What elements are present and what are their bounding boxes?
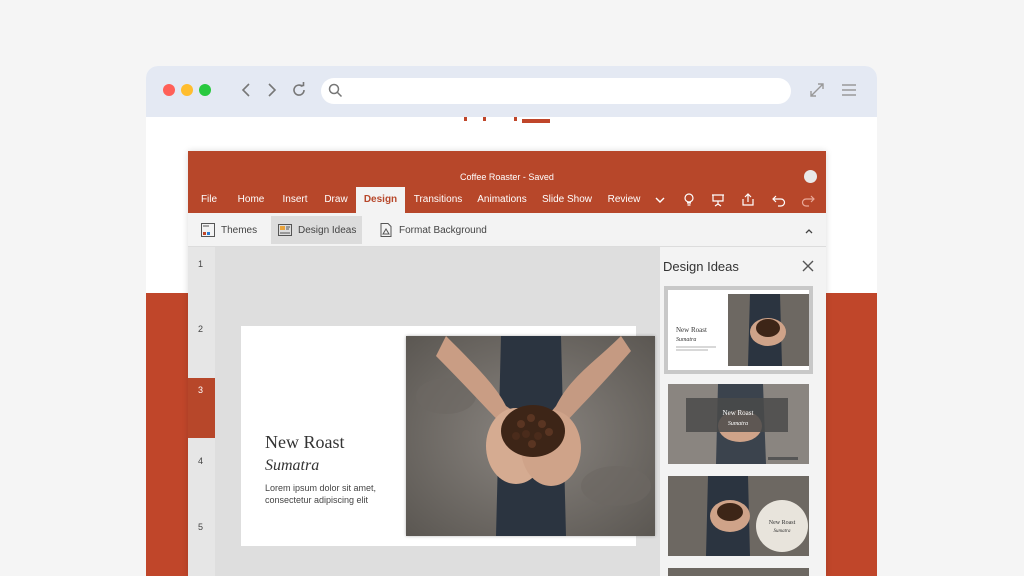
themes-label: Themes <box>221 224 258 236</box>
format-background-button[interactable]: Format Background <box>372 216 493 244</box>
account-avatar[interactable] <box>804 170 817 183</box>
ribbon-tabs: File Home Insert Draw Design Transitions… <box>188 187 826 213</box>
format-background-icon <box>380 223 392 237</box>
tab-review[interactable]: Review <box>604 187 644 213</box>
collapse-ribbon-icon[interactable] <box>803 225 815 237</box>
design-idea-1[interactable]: New Roast Sumatra <box>664 286 813 374</box>
idea-2-subtitle: Sumatra <box>728 421 748 427</box>
tab-home[interactable]: Home <box>234 187 268 213</box>
slide-thumbnail-2[interactable]: 2 <box>188 324 215 334</box>
design-ideas-label: Design Ideas <box>298 224 357 236</box>
minimize-window-button[interactable] <box>181 84 193 96</box>
menu-icon[interactable] <box>838 79 860 101</box>
idea-3-title: New Roast <box>769 520 796 526</box>
design-idea-2[interactable]: New Roast Sumatra <box>668 384 809 464</box>
close-icon[interactable] <box>801 259 815 273</box>
idea-1-subtitle: Sumatra <box>676 337 696 343</box>
page-heading-fragment <box>464 117 554 123</box>
lightbulb-icon[interactable] <box>681 192 697 208</box>
slide-subtitle[interactable]: Sumatra <box>265 457 319 475</box>
presentation-app-window: Coffee Roaster - Saved File Home Insert … <box>188 151 826 576</box>
tab-design[interactable]: Design <box>356 187 405 213</box>
design-idea-4[interactable] <box>668 568 809 576</box>
design-idea-3[interactable]: New Roast Sumatra <box>668 476 809 556</box>
slide-thumbnail-1[interactable]: 1 <box>188 259 215 269</box>
slide-thumbnail-4[interactable]: 4 <box>188 456 215 466</box>
search-icon <box>328 83 343 98</box>
coffee-beans-photo[interactable] <box>406 336 655 536</box>
tab-insert[interactable]: Insert <box>280 187 310 213</box>
design-ideas-button[interactable]: Design Ideas <box>271 216 363 244</box>
address-bar[interactable] <box>321 78 791 104</box>
maximize-window-button[interactable] <box>199 84 211 96</box>
design-ideas-pane-title: Design Ideas <box>663 259 739 274</box>
url-input[interactable] <box>349 81 779 101</box>
slide-canvas[interactable]: New Roast Sumatra Lorem ipsum dolor sit … <box>215 247 660 576</box>
reload-icon[interactable] <box>288 79 310 101</box>
slide-body-text[interactable]: Lorem ipsum dolor sit amet, consectetur … <box>265 482 405 506</box>
slide-thumbnail-rail: 1 2 3 4 5 <box>188 247 215 576</box>
tab-animations[interactable]: Animations <box>474 187 530 213</box>
redo-icon[interactable] <box>800 192 816 208</box>
idea-3-subtitle: Sumatra <box>774 529 791 534</box>
idea-2-title: New Roast <box>723 409 754 417</box>
back-icon[interactable] <box>236 79 258 101</box>
browser-toolbar <box>146 66 877 117</box>
document-title: Coffee Roaster - Saved <box>460 172 554 182</box>
app-titlebar: Coffee Roaster - Saved <box>188 151 826 187</box>
design-ribbon: Themes Design Ideas Format Background <box>188 213 826 247</box>
design-ideas-icon <box>278 224 292 236</box>
close-window-button[interactable] <box>163 84 175 96</box>
share-icon[interactable] <box>740 192 756 208</box>
tab-file[interactable]: File <box>196 187 222 213</box>
design-ideas-pane: Design Ideas New Roast Sumatra New Roast <box>660 247 826 576</box>
slide-title[interactable]: New Roast <box>265 432 345 453</box>
chevron-down-icon[interactable] <box>652 192 668 208</box>
slide-thumbnail-3[interactable]: 3 <box>188 378 215 438</box>
present-icon[interactable] <box>710 192 726 208</box>
format-background-label: Format Background <box>399 224 487 236</box>
undo-icon[interactable] <box>771 192 787 208</box>
themes-button[interactable]: Themes <box>194 216 263 244</box>
tab-draw[interactable]: Draw <box>322 187 350 213</box>
slide-thumbnail-5[interactable]: 5 <box>188 522 215 532</box>
forward-icon[interactable] <box>260 79 282 101</box>
expand-icon[interactable] <box>806 79 828 101</box>
idea-1-title: New Roast <box>676 326 707 334</box>
tab-transitions[interactable]: Transitions <box>412 187 464 213</box>
current-slide[interactable]: New Roast Sumatra Lorem ipsum dolor sit … <box>241 326 655 546</box>
tab-slide-show[interactable]: Slide Show <box>540 187 594 213</box>
themes-icon <box>201 223 215 237</box>
